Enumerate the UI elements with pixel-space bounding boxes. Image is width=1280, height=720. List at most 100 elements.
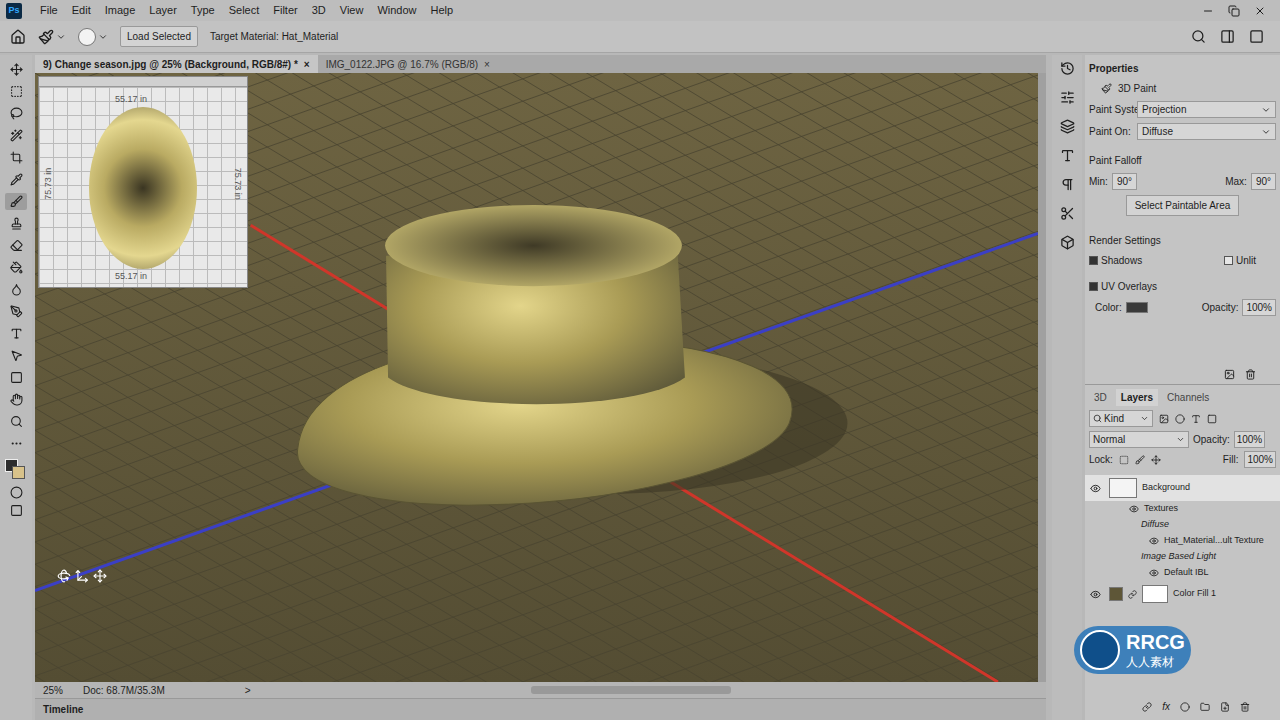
- layer-row[interactable]: Default IBL: [1085, 565, 1280, 581]
- layer-row[interactable]: Diffuse: [1085, 517, 1280, 533]
- group-icon[interactable]: [1200, 702, 1210, 712]
- layer-row[interactable]: Textures: [1085, 501, 1280, 517]
- mask-icon[interactable]: [1180, 702, 1190, 712]
- tool-button[interactable]: [5, 391, 27, 408]
- menu-item[interactable]: Select: [223, 2, 266, 19]
- min-field[interactable]: 90°: [1112, 173, 1137, 190]
- tab-close[interactable]: ×: [484, 57, 490, 72]
- panel-icon[interactable]: [1060, 61, 1075, 76]
- 3d-viewport[interactable]: 55.17 in55.17 in75.73 in75.73 in: [35, 73, 1038, 682]
- tool-preset[interactable]: [38, 29, 66, 45]
- unlit-checkbox[interactable]: Unlit: [1224, 253, 1276, 268]
- opacity-field[interactable]: 100%: [1234, 431, 1266, 448]
- close-icon[interactable]: [1254, 5, 1266, 17]
- panel-icon[interactable]: [1060, 177, 1075, 192]
- menu-item[interactable]: View: [334, 2, 370, 19]
- link-layers-icon[interactable]: [1142, 702, 1152, 712]
- tool-button[interactable]: [5, 149, 27, 166]
- menu-item[interactable]: Help: [425, 2, 460, 19]
- vertical-scrollbar[interactable]: [1038, 73, 1046, 682]
- visibility-icon[interactable]: [1129, 504, 1139, 514]
- delete-icon[interactable]: [1245, 369, 1256, 380]
- tool-button[interactable]: [5, 281, 27, 298]
- uv-overlays-checkbox[interactable]: UV Overlays: [1089, 279, 1276, 294]
- trash-icon[interactable]: [1240, 702, 1250, 712]
- share-icon[interactable]: [1249, 29, 1264, 44]
- adjustment-filter-icon[interactable]: [1175, 414, 1185, 424]
- lock-pixels-icon[interactable]: [1119, 455, 1129, 465]
- menu-item[interactable]: Edit: [66, 2, 97, 19]
- tab-close[interactable]: ×: [304, 57, 310, 72]
- uv-opacity-field[interactable]: 100%: [1242, 299, 1276, 316]
- tool-button[interactable]: [5, 303, 27, 320]
- menu-item[interactable]: 3D: [306, 2, 332, 19]
- status-arrow[interactable]: >: [245, 683, 251, 698]
- horizontal-scrollbar[interactable]: [531, 686, 731, 694]
- menu-item[interactable]: Image: [99, 2, 142, 19]
- uv-preview-panel[interactable]: 55.17 in55.17 in75.73 in75.73 in: [38, 76, 248, 288]
- select-field[interactable]: Projection: [1137, 101, 1276, 118]
- filter-select[interactable]: Kind: [1089, 410, 1153, 427]
- shadows-checkbox[interactable]: Shadows: [1089, 253, 1142, 268]
- panel-icon[interactable]: [1060, 119, 1075, 134]
- tool-button[interactable]: [5, 347, 27, 364]
- shape-filter-icon[interactable]: [1207, 414, 1217, 424]
- background-color[interactable]: [12, 466, 25, 479]
- tool-button[interactable]: [5, 171, 27, 188]
- tool-button[interactable]: [5, 369, 27, 386]
- tool-button[interactable]: [5, 435, 27, 452]
- panel-icon[interactable]: [1060, 206, 1075, 221]
- panel-tab[interactable]: Layers: [1116, 389, 1158, 406]
- visibility-icon[interactable]: [1090, 483, 1101, 494]
- orbit-icon[interactable]: [57, 569, 71, 583]
- tool-button[interactable]: [5, 215, 27, 232]
- load-selected-button[interactable]: Load Selected: [120, 26, 198, 47]
- new-layer-icon[interactable]: [1220, 702, 1230, 712]
- tool-button[interactable]: [5, 83, 27, 100]
- tool-button[interactable]: [5, 259, 27, 276]
- tool-button[interactable]: [5, 61, 27, 78]
- visibility-icon[interactable]: [1090, 589, 1101, 600]
- menu-item[interactable]: Layer: [143, 2, 183, 19]
- visibility-icon[interactable]: [1149, 536, 1159, 546]
- zoom-level[interactable]: 25%: [43, 683, 63, 698]
- menu-item[interactable]: Type: [185, 2, 221, 19]
- panel-tab[interactable]: 3D: [1089, 389, 1112, 406]
- workspace-icon[interactable]: [1220, 29, 1235, 44]
- screen-mode-icon[interactable]: [10, 504, 23, 517]
- panel-icon[interactable]: [1060, 148, 1075, 163]
- uv-color-swatch[interactable]: [1126, 302, 1148, 313]
- tool-button[interactable]: [5, 105, 27, 122]
- panel-icon[interactable]: [1060, 90, 1075, 105]
- select-paintable-area-button[interactable]: Select Paintable Area: [1126, 195, 1240, 216]
- menu-item[interactable]: Filter: [267, 2, 303, 19]
- lock-position-icon[interactable]: [1151, 455, 1161, 465]
- tool-button[interactable]: [5, 237, 27, 254]
- pan-icon[interactable]: [75, 569, 89, 583]
- fx-button[interactable]: fx: [1162, 699, 1170, 714]
- menu-item[interactable]: File: [34, 2, 64, 19]
- dolly-icon[interactable]: [93, 569, 107, 583]
- panel-icon[interactable]: [1060, 235, 1075, 250]
- blend-select[interactable]: Normal: [1089, 431, 1189, 448]
- fill-field[interactable]: 100%: [1244, 451, 1276, 468]
- minimize-icon[interactable]: [1202, 5, 1214, 17]
- tool-button[interactable]: [5, 193, 27, 210]
- layer-row[interactable]: Color Fill 1: [1085, 581, 1280, 607]
- search-icon[interactable]: [1191, 29, 1206, 44]
- panel-tab[interactable]: Channels: [1162, 389, 1214, 406]
- quick-mask-icon[interactable]: [10, 486, 23, 499]
- tool-button[interactable]: [5, 127, 27, 144]
- color-swatches[interactable]: [5, 459, 27, 481]
- select-field[interactable]: Diffuse: [1137, 123, 1276, 140]
- timeline-panel[interactable]: Timeline: [35, 698, 1046, 720]
- layer-row[interactable]: Hat_Material...ult Texture: [1085, 533, 1280, 549]
- layer-row[interactable]: Background: [1085, 475, 1280, 501]
- max-field[interactable]: 90°: [1251, 173, 1276, 190]
- menu-item[interactable]: Window: [371, 2, 422, 19]
- app-logo[interactable]: Ps: [6, 3, 22, 19]
- restore-icon[interactable]: [1228, 5, 1240, 17]
- pixel-filter-icon[interactable]: [1159, 414, 1169, 424]
- document-tab[interactable]: IMG_0122.JPG @ 16.7% (RGB/8)×: [318, 55, 498, 73]
- type-filter-icon[interactable]: [1191, 414, 1201, 424]
